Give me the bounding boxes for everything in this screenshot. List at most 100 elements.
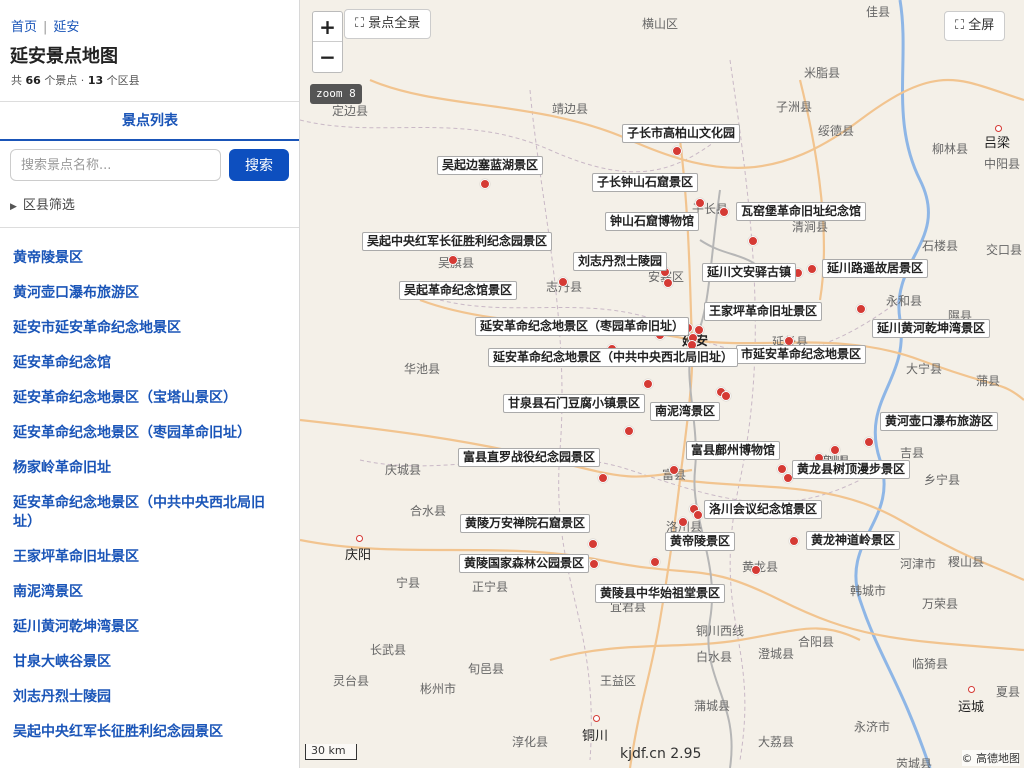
scenic-label[interactable]: 钟山石窟博物馆 (605, 212, 700, 231)
city-dot (995, 125, 1002, 132)
scenic-label[interactable]: 瓦窑堡革命旧址纪念馆 (736, 202, 867, 221)
scenic-marker[interactable] (672, 146, 682, 156)
scenic-marker[interactable] (650, 557, 660, 567)
scenic-label[interactable]: 黄陵万安禅院石窟景区 (460, 514, 591, 533)
town-label: 合水县 (410, 504, 447, 518)
map-canvas[interactable]: 横山区 佳县 米脂县 靖边县 子洲县 绥德县 吕梁 柳林县 中阳县 定边县 清涧… (300, 0, 1024, 768)
scenic-label[interactable]: 黄河壶口瀑布旅游区 (880, 412, 999, 431)
list-item[interactable]: 黄帝陵景区 (0, 240, 299, 275)
scenic-label[interactable]: 洛川会议纪念馆景区 (704, 500, 823, 519)
search-input[interactable] (10, 149, 221, 181)
list-item[interactable]: 南泥湾景区 (0, 574, 299, 609)
scenic-label[interactable]: 延川黄河乾坤湾景区 (872, 319, 991, 338)
scenic-marker[interactable] (748, 236, 758, 246)
scenic-label[interactable]: 子长市高柏山文化园 (622, 124, 741, 143)
scenic-marker[interactable] (695, 198, 705, 208)
town-label: 王益区 (600, 674, 637, 688)
spot-count: 66 (25, 74, 41, 87)
scenic-label[interactable]: 黄龙县树顶漫步景区 (792, 460, 911, 479)
scenic-marker[interactable] (751, 565, 761, 575)
town-label: 石楼县 (922, 239, 959, 253)
town-label: 旬邑县 (468, 662, 505, 676)
scenic-label[interactable]: 黄龙神道岭景区 (806, 531, 901, 550)
breadcrumb-current-link[interactable]: 延安 (53, 20, 79, 35)
city-dot (356, 535, 363, 542)
scenic-label[interactable]: 南泥湾景区 (650, 402, 721, 421)
scenic-label[interactable]: 甘泉县石门豆腐小镇景区 (503, 394, 646, 413)
list-item[interactable]: 刘志丹烈士陵园 (0, 679, 299, 714)
list-item[interactable]: 延安革命纪念地景区（中共中央西北局旧址） (0, 485, 299, 539)
scale-bar: 30 km (305, 744, 357, 760)
scenic-label[interactable]: 市延安革命纪念地景区 (736, 345, 867, 364)
scenic-label[interactable]: 黄陵国家森林公园景区 (459, 554, 590, 573)
list-item[interactable]: 黄河壶口瀑布旅游区 (0, 275, 299, 310)
scenic-label[interactable]: 富县直罗战役纪念园景区 (458, 448, 601, 467)
list-item[interactable]: 杨家岭革命旧址 (0, 450, 299, 485)
scenic-marker[interactable] (807, 264, 817, 274)
zoom-out-button[interactable]: − (313, 42, 342, 72)
fullscreen-button[interactable]: ⛶ 全屏 (944, 11, 1006, 41)
zoom-in-button[interactable]: + (313, 12, 342, 42)
scenic-marker[interactable] (719, 207, 729, 217)
scenic-marker[interactable] (678, 517, 688, 527)
search-button[interactable]: 搜索 (229, 149, 289, 181)
scenic-list: 黄帝陵景区 黄河壶口瀑布旅游区 延安市延安革命纪念地景区 延安革命纪念馆 延安革… (0, 240, 299, 749)
scenic-label[interactable]: 延安革命纪念地景区（中共中央西北局旧址） (488, 348, 739, 367)
scenic-marker[interactable] (558, 277, 568, 287)
scenic-label[interactable]: 子长钟山石窟景区 (592, 173, 699, 192)
list-item[interactable]: 甘泉大峡谷景区 (0, 644, 299, 679)
scenic-marker[interactable] (624, 426, 634, 436)
list-item[interactable]: 延安革命纪念馆 (0, 345, 299, 380)
town-label: 宁县 (396, 576, 421, 590)
scenic-marker[interactable] (663, 278, 673, 288)
tab-scenic-list[interactable]: 景点列表 (0, 101, 299, 141)
scenic-label[interactable]: 黄帝陵景区 (665, 532, 736, 551)
scenic-marker[interactable] (864, 437, 874, 447)
county-filter-label: 区县筛选 (22, 198, 75, 213)
list-item[interactable]: 王家坪革命旧址景区 (0, 539, 299, 574)
town-label: 正宁县 (472, 580, 509, 594)
town-label: 靖边县 (552, 102, 589, 116)
city-dot (593, 715, 600, 722)
stats-summary: 共 66 个景点 · 13 个区县 (11, 72, 140, 88)
county-filter-toggle[interactable]: ▶ 区县筛选 (10, 194, 75, 213)
scenic-label[interactable]: 富县鄜州博物馆 (686, 441, 781, 460)
county-count: 13 (87, 74, 104, 87)
town-label: 大宁县 (906, 362, 943, 376)
scenic-label[interactable]: 延川路遥故居景区 (822, 259, 929, 278)
town-label: 河津市 (900, 557, 937, 571)
scenic-label[interactable]: 王家坪革命旧址景区 (704, 302, 823, 321)
scenic-marker[interactable] (589, 559, 599, 569)
overview-button[interactable]: ⛶ 景点全景 (344, 9, 432, 39)
town-label: 澄城县 (758, 647, 795, 661)
map-attribution[interactable]: © 高德地图 (961, 750, 1020, 766)
scenic-marker[interactable] (830, 445, 840, 455)
scenic-marker[interactable] (856, 304, 866, 314)
scenic-label[interactable]: 吴起中央红军长征胜利纪念园景区 (362, 232, 553, 251)
breadcrumb-home-link[interactable]: 首页 (11, 20, 37, 35)
scenic-marker[interactable] (789, 536, 799, 546)
list-item[interactable]: 延安革命纪念地景区（枣园革命旧址） (0, 415, 299, 450)
scenic-marker[interactable] (721, 391, 731, 401)
scenic-marker[interactable] (693, 510, 703, 520)
scenic-label[interactable]: 吴起边塞蓝湖景区 (437, 156, 544, 175)
town-label: 华池县 (404, 362, 441, 376)
scenic-marker[interactable] (598, 473, 608, 483)
list-item[interactable]: 吴起中央红军长征胜利纪念园景区 (0, 714, 299, 749)
scenic-marker[interactable] (588, 539, 598, 549)
zoom-level-badge: zoom 8 (310, 84, 362, 104)
list-item[interactable]: 延安革命纪念地景区（宝塔山景区） (0, 380, 299, 415)
town-label: 定边县 (332, 104, 369, 118)
scenic-marker[interactable] (480, 179, 490, 189)
list-item[interactable]: 延安市延安革命纪念地景区 (0, 310, 299, 345)
scenic-label[interactable]: 黄陵县中华始祖堂景区 (595, 584, 726, 603)
scenic-marker[interactable] (669, 465, 679, 475)
scenic-label[interactable]: 延川文安驿古镇 (702, 263, 797, 282)
scenic-label[interactable]: 延安革命纪念地景区（枣园革命旧址） (475, 317, 690, 336)
scenic-label[interactable]: 吴起革命纪念馆景区 (399, 281, 518, 300)
town-label: 运城 (958, 700, 985, 715)
list-item[interactable]: 延川黄河乾坤湾景区 (0, 609, 299, 644)
scenic-marker[interactable] (643, 379, 653, 389)
scenic-label[interactable]: 刘志丹烈士陵园 (573, 252, 668, 271)
scenic-marker[interactable] (448, 255, 458, 265)
